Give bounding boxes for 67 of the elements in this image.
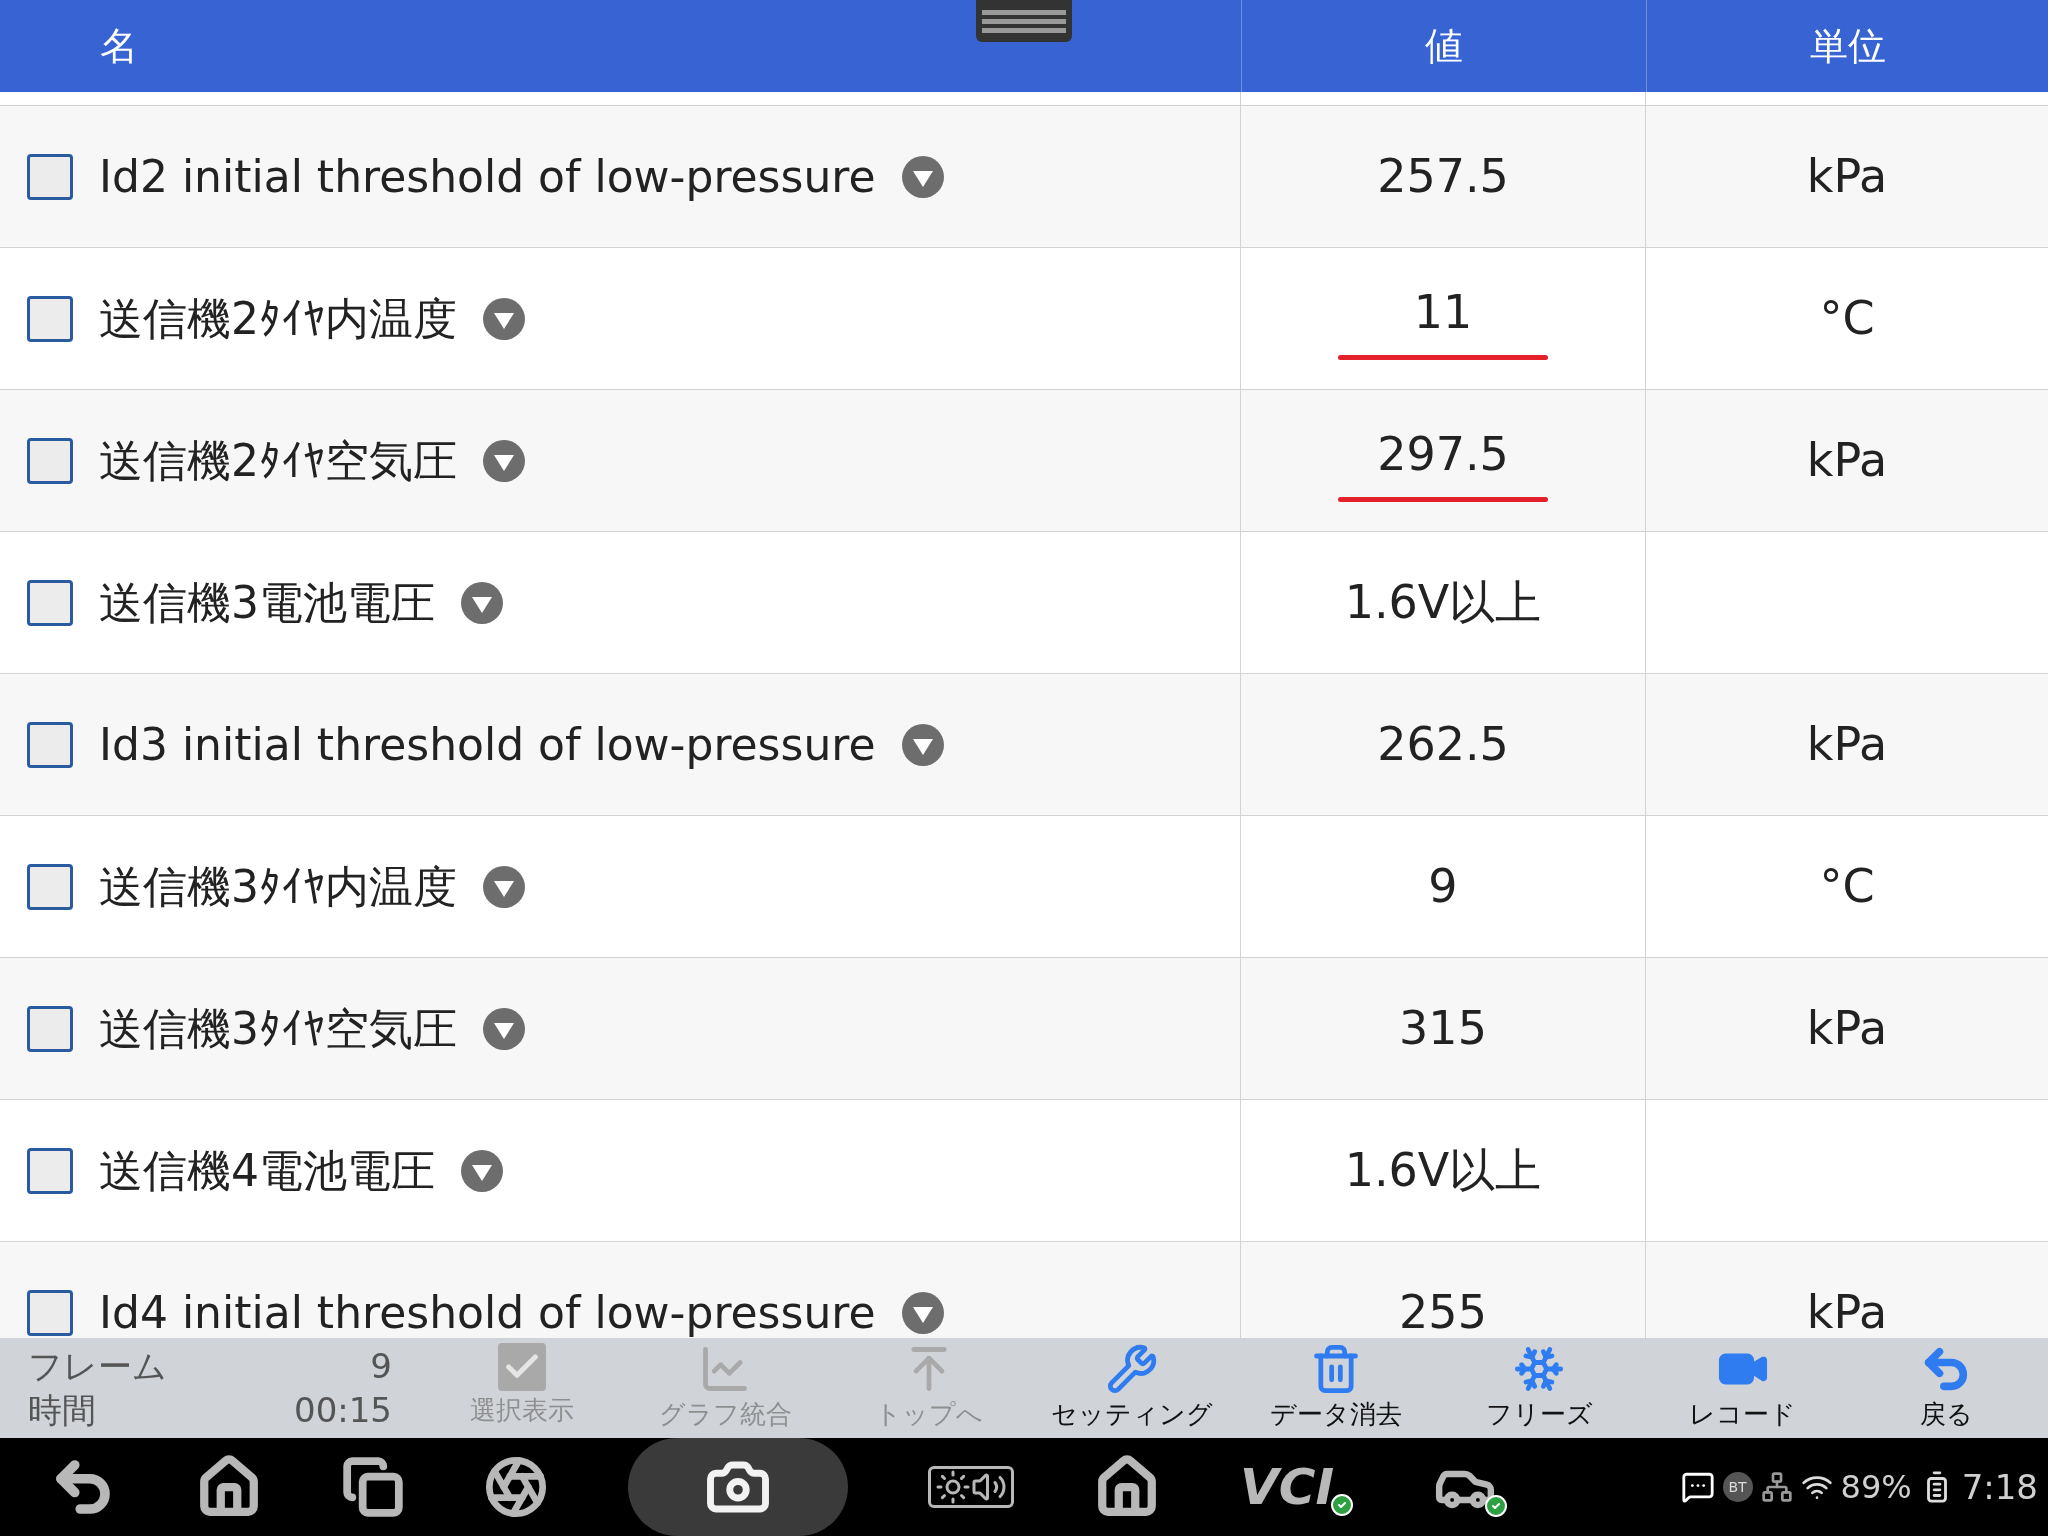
parameter-value: 255 [1399, 1284, 1487, 1338]
dropdown-icon[interactable] [483, 865, 525, 908]
vci-button[interactable]: VCI [1240, 1457, 1340, 1517]
parameter-name: 送信機3ﾀｲﾔ空気圧 [99, 1001, 457, 1056]
frame-label: フレーム [28, 1345, 168, 1388]
column-header: 単位 [1809, 22, 1886, 70]
parameter-unit: kPa [1806, 716, 1888, 773]
parameter-value: 1.6V以上 [1344, 1142, 1542, 1199]
parameter-unit: kPa [1806, 148, 1888, 205]
toolbar-button[interactable]: レコード [1641, 1342, 1845, 1434]
settings-icon [1106, 1342, 1159, 1395]
network-icon [1760, 1471, 1793, 1503]
recent-apps-icon[interactable] [342, 1456, 404, 1518]
parameter-name: 送信機3ﾀｲﾔ内温度 [99, 859, 457, 914]
dropdown-icon[interactable] [461, 1149, 503, 1192]
dropdown-icon[interactable] [901, 1291, 944, 1334]
dropdown-icon[interactable] [483, 439, 525, 482]
checkbox[interactable] [27, 721, 73, 768]
toolbar-button[interactable]: データ消去 [1234, 1342, 1438, 1434]
battery-percent: 89% [1840, 1467, 1912, 1508]
checkbox[interactable] [27, 295, 73, 342]
brightness-volume-icon[interactable] [928, 1466, 1014, 1508]
parameter-name: Id4 initial threshold of low-pressure [99, 1285, 876, 1338]
parameter-name: 送信機3電池電圧 [99, 575, 435, 630]
dropdown-icon[interactable] [901, 723, 944, 766]
toolbar-button[interactable]: セッティング [1030, 1342, 1234, 1434]
checkbox[interactable] [27, 153, 73, 200]
parameter-value: 9 [1428, 858, 1458, 915]
column-header: 値 [1425, 22, 1463, 70]
dropdown-icon[interactable] [483, 297, 525, 340]
checkbox[interactable] [27, 1289, 73, 1336]
parameter-unit: kPa [1806, 1284, 1888, 1338]
dropdown-icon[interactable] [483, 1007, 525, 1050]
parameter-value: 297.5 [1377, 425, 1509, 483]
parameter-unit: °C [1819, 858, 1875, 915]
parameter-name: 送信機2ﾀｲﾔ空気圧 [99, 433, 457, 488]
parameter-name: Id2 initial threshold of low-pressure [99, 149, 876, 204]
parameter-name: 送信機4電池電圧 [99, 1143, 435, 1198]
parameter-value: 11 [1413, 283, 1473, 341]
parameter-name: 送信機2ﾀｲﾔ内温度 [99, 291, 457, 346]
drag-handle[interactable] [976, 0, 1072, 42]
bluetooth-badge: BT [1722, 1472, 1753, 1502]
parameter-name: Id3 initial threshold of low-pressure [99, 717, 876, 772]
dropdown-icon[interactable] [461, 581, 503, 624]
checkbox[interactable] [27, 1147, 73, 1194]
parameter-value: 257.5 [1377, 148, 1509, 205]
parameter-unit: kPa [1806, 1000, 1888, 1057]
checkbox-icon [497, 1342, 546, 1391]
dropdown-icon[interactable] [901, 155, 944, 198]
checkbox[interactable] [27, 579, 73, 626]
parameter-unit: °C [1819, 290, 1875, 347]
checkbox[interactable] [27, 863, 73, 910]
parameter-value: 315 [1399, 1000, 1487, 1057]
parameter-value: 1.6V以上 [1344, 574, 1542, 631]
frame-value: 9 [369, 1345, 392, 1388]
checkbox[interactable] [27, 1005, 73, 1052]
parameter-unit: kPa [1806, 432, 1888, 489]
parameter-value: 262.5 [1377, 716, 1509, 773]
check-badge-icon [1484, 1494, 1508, 1518]
toolbar-button[interactable]: 戻る [1844, 1342, 2048, 1434]
message-icon [1680, 1470, 1715, 1504]
column-header: 名 [100, 22, 138, 70]
clock: 7:18 [1961, 1465, 2038, 1509]
checkbox[interactable] [27, 437, 73, 484]
time-label: 時間 [28, 1389, 97, 1432]
time-value: 00:15 [293, 1389, 392, 1432]
toolbar-button[interactable]: フリーズ [1437, 1342, 1641, 1434]
